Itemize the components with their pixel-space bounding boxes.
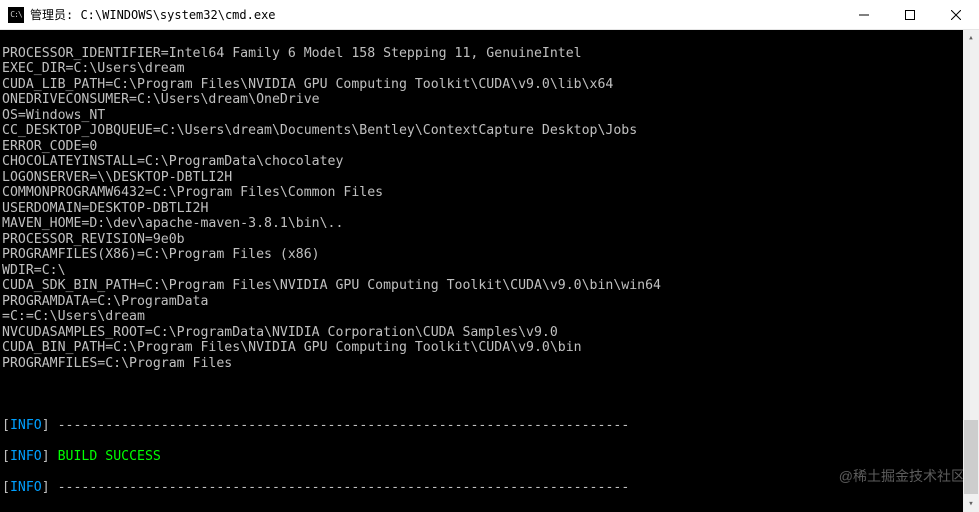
env-line: CUDA_LIB_PATH=C:\Program Files\NVIDIA GP…	[2, 77, 977, 93]
env-line: LOGONSERVER=\\DESKTOP-DBTLI2H	[2, 170, 977, 186]
env-line: ONEDRIVECONSUMER=C:\Users\dream\OneDrive	[2, 92, 977, 108]
env-line: OS=Windows_NT	[2, 108, 977, 124]
env-line: NVCUDASAMPLES_ROOT=C:\ProgramData\NVIDIA…	[2, 325, 977, 341]
env-line: PROGRAMFILES=C:\Program Files	[2, 356, 977, 372]
vertical-scrollbar[interactable]: ▴ ▾	[963, 30, 979, 512]
env-line: CUDA_SDK_BIN_PATH=C:\Program Files\NVIDI…	[2, 278, 977, 294]
env-line: EXEC_DIR=C:\Users\dream	[2, 61, 977, 77]
env-line: =C:=C:\Users\dream	[2, 309, 977, 325]
env-line: CUDA_BIN_PATH=C:\Program Files\NVIDIA GP…	[2, 340, 977, 356]
env-line: PROCESSOR_IDENTIFIER=Intel64 Family 6 Mo…	[2, 46, 977, 62]
terminal-output[interactable]: PROCESSOR_IDENTIFIER=Intel64 Family 6 Mo…	[0, 30, 979, 512]
env-line: CC_DESKTOP_JOBQUEUE=C:\Users\dream\Docum…	[2, 123, 977, 139]
cmd-icon: C:\	[8, 7, 24, 23]
scroll-down-button[interactable]: ▾	[963, 496, 979, 512]
env-line: CHOCOLATEYINSTALL=C:\ProgramData\chocola…	[2, 154, 977, 170]
env-line: MAVEN_HOME=D:\dev\apache-maven-3.8.1\bin…	[2, 216, 977, 232]
maven-sep-mid: [INFO] ---------------------------------…	[2, 480, 977, 496]
maven-sep-top: [INFO] ---------------------------------…	[2, 418, 977, 434]
env-line: PROGRAMFILES(X86)=C:\Program Files (x86)	[2, 247, 977, 263]
scrollbar-thumb[interactable]	[964, 420, 978, 494]
env-line: WDIR=C:\	[2, 263, 977, 279]
env-line: USERDOMAIN=DESKTOP-DBTLI2H	[2, 201, 977, 217]
blank-line	[2, 387, 977, 403]
window-titlebar: C:\ 管理员: C:\WINDOWS\system32\cmd.exe	[0, 0, 979, 30]
env-line: PROGRAMDATA=C:\ProgramData	[2, 294, 977, 310]
env-line: ERROR_CODE=0	[2, 139, 977, 155]
watermark: @稀土掘金技术社区	[839, 469, 965, 485]
scroll-up-button[interactable]: ▴	[963, 30, 979, 46]
window-title: 管理员: C:\WINDOWS\system32\cmd.exe	[30, 6, 841, 23]
env-line: PROCESSOR_REVISION=9e0b	[2, 232, 977, 248]
minimize-button[interactable]	[841, 0, 887, 29]
env-vars-block: PROCESSOR_IDENTIFIER=Intel64 Family 6 Mo…	[2, 46, 977, 372]
maven-build-success: [INFO] BUILD SUCCESS	[2, 449, 977, 465]
env-line: COMMONPROGRAMW6432=C:\Program Files\Comm…	[2, 185, 977, 201]
close-button[interactable]	[933, 0, 979, 29]
window-controls	[841, 0, 979, 29]
maximize-button[interactable]	[887, 0, 933, 29]
